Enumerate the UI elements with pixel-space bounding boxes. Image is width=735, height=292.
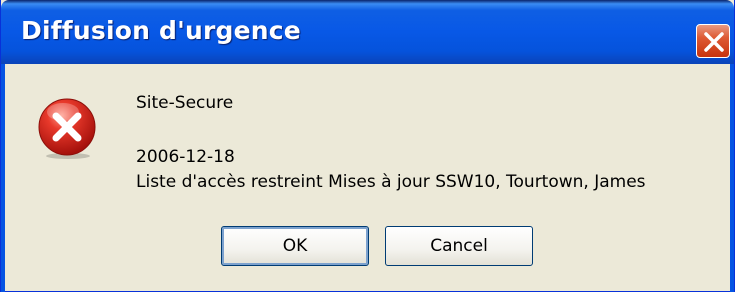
- dialog-window: Diffusion d'urgence Site-Secure 2006-12-…: [0, 0, 735, 292]
- error-icon: [38, 98, 96, 159]
- window-border-right: [730, 64, 734, 292]
- title-bar[interactable]: Diffusion d'urgence: [1, 0, 734, 64]
- message-app-name: Site-Secure: [136, 93, 234, 113]
- message-body: Liste d'accès restreint Mises à jour SSW…: [136, 172, 646, 192]
- close-icon: [704, 32, 724, 52]
- message-date: 2006-12-18: [136, 147, 235, 167]
- cancel-button[interactable]: Cancel: [385, 226, 533, 266]
- window-title: Diffusion d'urgence: [21, 16, 301, 45]
- close-button[interactable]: [696, 24, 730, 58]
- window-border-left: [1, 64, 5, 292]
- ok-button[interactable]: OK: [221, 226, 369, 266]
